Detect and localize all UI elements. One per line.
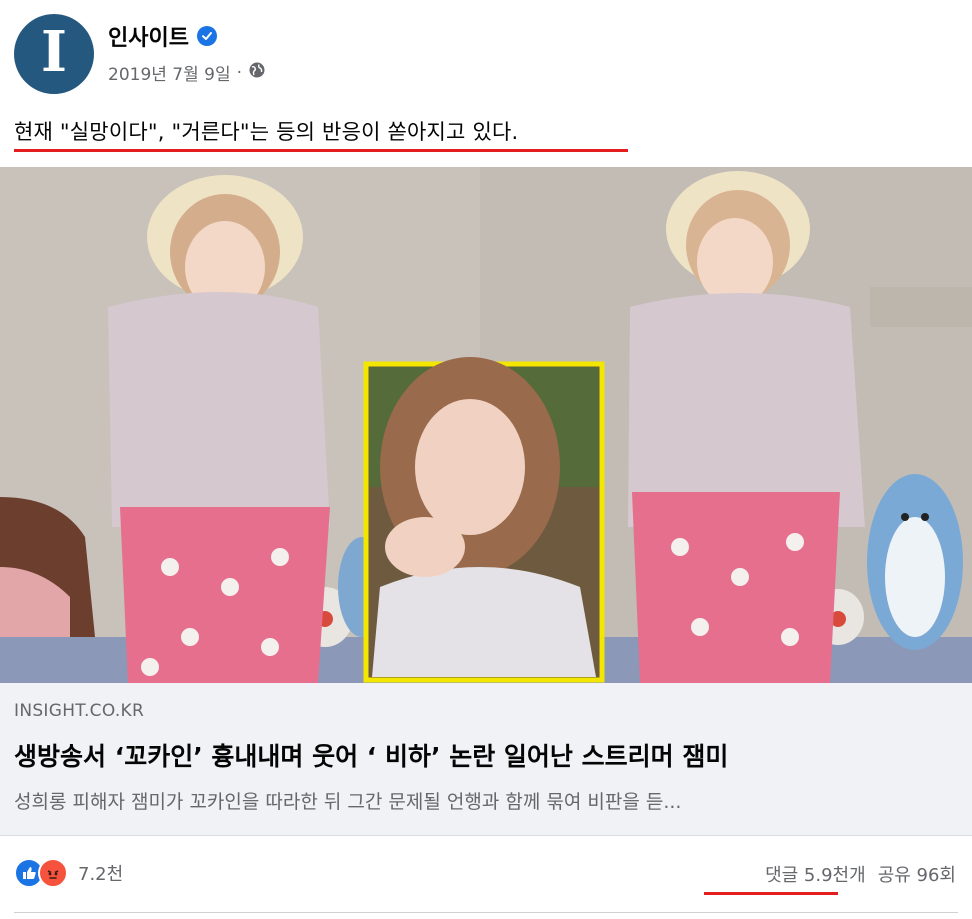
page-avatar[interactable]: I: [14, 14, 94, 94]
reaction-count: 7.2천: [78, 864, 124, 885]
link-description: 성희롱 피해자 잼미가 꼬카인을 따라한 뒤 그간 문제될 언행과 함께 묶여 …: [14, 791, 682, 813]
comment-count[interactable]: 댓글 5.9천개: [765, 861, 866, 887]
meta-separator: ·: [236, 62, 243, 83]
link-preview-image[interactable]: [0, 167, 972, 683]
preview-photo-illustration: [0, 167, 972, 683]
link-domain: INSIGHT.CO.KR: [14, 701, 145, 721]
link-title[interactable]: 생방송서 ‘꼬카인’ 흉내내며 웃어 ‘ 비하’ 논란 일어난 스트리머 잼미: [14, 737, 728, 773]
engagement-stats: 댓글 5.9천개 공유 96회: [765, 861, 956, 887]
post-date[interactable]: 2019년 7월 9일: [108, 60, 231, 85]
post-meta: 2019년 7월 9일 ·: [108, 60, 266, 85]
comment-annotation-underline: [704, 892, 838, 895]
reactions-summary[interactable]: 7.2천: [14, 858, 123, 888]
post-divider: [14, 912, 958, 913]
annotation-underline: [14, 149, 628, 152]
page-name-row: 인사이트: [108, 20, 217, 52]
globe-icon[interactable]: [248, 61, 266, 84]
avatar-logo-letter: I: [40, 19, 68, 85]
angry-icon: [38, 858, 68, 888]
facebook-post: I 인사이트 2019년 7월 9일 · 현재 "실망이다", "거른다"는 등…: [0, 0, 972, 919]
page-name[interactable]: 인사이트: [108, 20, 189, 52]
link-preview-card[interactable]: INSIGHT.CO.KR 생방송서 ‘꼬카인’ 흉내내며 웃어 ‘ 비하’ 논…: [0, 683, 972, 836]
verified-badge-icon: [196, 26, 217, 46]
share-count[interactable]: 공유 96회: [878, 861, 956, 887]
post-message: 현재 "실망이다", "거른다"는 등의 반응이 쏟아지고 있다.: [14, 120, 519, 144]
